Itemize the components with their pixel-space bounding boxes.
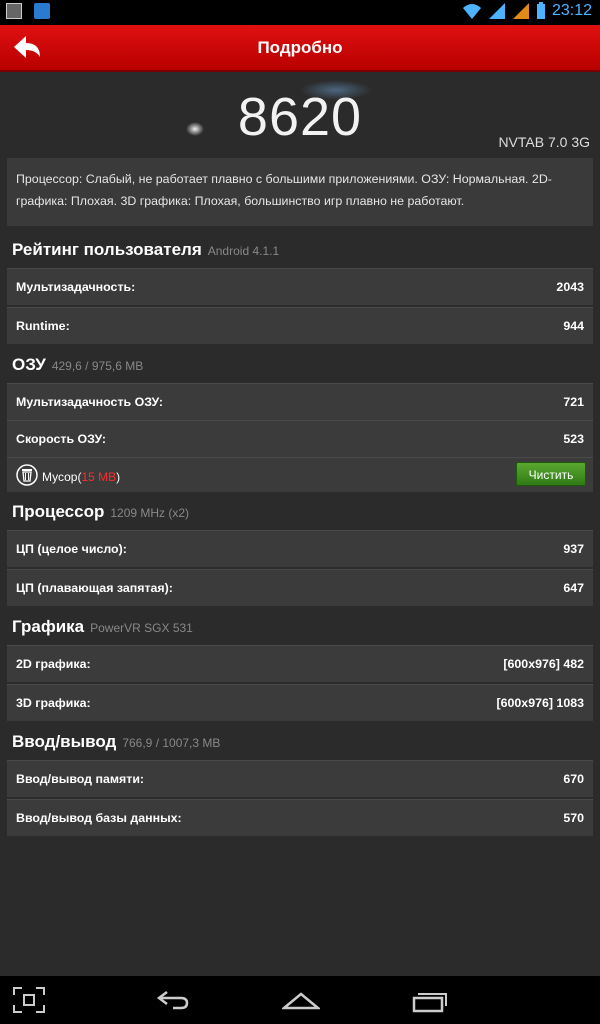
app-notification-icon: [34, 3, 50, 19]
section-cpu-title: Процессор 1209 MHz (x2): [12, 502, 189, 522]
clock: 23:12: [551, 2, 592, 19]
section-user-rating-title: Рейтинг пользователя Android 4.1.1: [12, 240, 279, 260]
section-title-text: Процессор: [12, 502, 105, 521]
section-ram-title: ОЗУ 429,6 / 975,6 MB: [12, 355, 143, 375]
row-label: Мультизадачность:: [16, 280, 136, 294]
row-value: 570: [563, 811, 584, 825]
signal-2-icon: [512, 3, 529, 19]
row-runtime: Runtime: 944: [7, 307, 593, 344]
junk-label: Мусор(: [42, 470, 82, 484]
section-title-text: Рейтинг пользователя: [12, 240, 202, 259]
row-label: 3D графика:: [16, 696, 91, 710]
ram-usage: 429,6 / 975,6 MB: [51, 359, 144, 373]
row-label: Скорость ОЗУ:: [16, 432, 107, 446]
section-graphics-title: Графика PowerVR SGX 531: [12, 617, 193, 637]
wifi-icon: [462, 4, 481, 19]
recent-apps-icon[interactable]: [412, 986, 448, 1014]
section-io-title: Ввод/вывод 766,9 / 1007,3 MB: [12, 732, 220, 752]
row-value: [600x976] 482: [503, 657, 584, 671]
row-ram-speed: Скорость ОЗУ: 523: [7, 420, 593, 457]
row-value: 523: [563, 432, 584, 446]
junk-close: ): [116, 470, 121, 484]
device-name: NVTAB 7.0 3G: [498, 134, 590, 150]
gpu-name: PowerVR SGX 531: [90, 621, 193, 635]
screenshot-icon[interactable]: [12, 986, 46, 1014]
junk-info: Мусор(15 MB): [42, 470, 120, 484]
summary-text: Процессор: Слабый, не работает плавно с …: [7, 158, 593, 226]
row-value: 670: [563, 772, 584, 786]
score-area: 8620 NVTAB 7.0 3G: [0, 72, 600, 157]
signal-icon: [488, 3, 505, 19]
row-label: ЦП (плавающая запятая):: [16, 581, 173, 595]
row-label: Runtime:: [16, 319, 70, 333]
row-label: Мультизадачность ОЗУ:: [16, 395, 164, 409]
row-memory-io: Ввод/вывод памяти: 670: [7, 760, 593, 797]
row-value: 2043: [556, 280, 584, 294]
row-cpu-float: ЦП (плавающая запятая): 647: [7, 569, 593, 606]
section-title-text: Ввод/вывод: [12, 732, 117, 751]
battery-icon: [536, 2, 545, 19]
row-cpu-integer: ЦП (целое число): 937: [7, 530, 593, 567]
row-value: [600x976] 1083: [496, 696, 585, 710]
junk-size: 15 MB: [81, 470, 117, 484]
row-junk: Мусор(15 MB) Чистить: [7, 457, 593, 492]
navigation-bar: [0, 976, 600, 1024]
row-database-io: Ввод/вывод базы данных: 570: [7, 799, 593, 836]
home-icon[interactable]: [282, 986, 320, 1014]
row-label: Ввод/вывод базы данных:: [16, 811, 182, 825]
section-title-text: ОЗУ: [12, 355, 46, 374]
row-multitasking: Мультизадачность: 2043: [7, 268, 593, 305]
row-value: 944: [563, 319, 584, 333]
row-ram-multitasking: Мультизадачность ОЗУ: 721: [7, 383, 593, 420]
page-title: Подробно: [257, 38, 343, 57]
row-value: 937: [563, 542, 584, 556]
action-bar: Подробно: [0, 25, 600, 72]
trash-icon: [16, 464, 38, 486]
row-value: 647: [563, 581, 584, 595]
row-2d-graphics: 2D графика: [600x976] 482: [7, 645, 593, 682]
android-version: Android 4.1.1: [207, 244, 280, 258]
back-icon[interactable]: [155, 986, 191, 1014]
row-value: 721: [563, 395, 584, 409]
section-title-text: Графика: [12, 617, 85, 636]
gallery-notification-icon: [6, 3, 22, 19]
row-label: Ввод/вывод памяти:: [16, 772, 145, 786]
cpu-frequency: 1209 MHz (x2): [110, 506, 190, 520]
storage-usage: 766,9 / 1007,3 MB: [122, 736, 221, 750]
clean-button[interactable]: Чистить: [516, 462, 586, 486]
row-3d-graphics: 3D графика: [600x976] 1083: [7, 684, 593, 721]
row-label: 2D графика:: [16, 657, 91, 671]
row-label: ЦП (целое число):: [16, 542, 127, 556]
status-bar: 23:12: [0, 0, 600, 25]
